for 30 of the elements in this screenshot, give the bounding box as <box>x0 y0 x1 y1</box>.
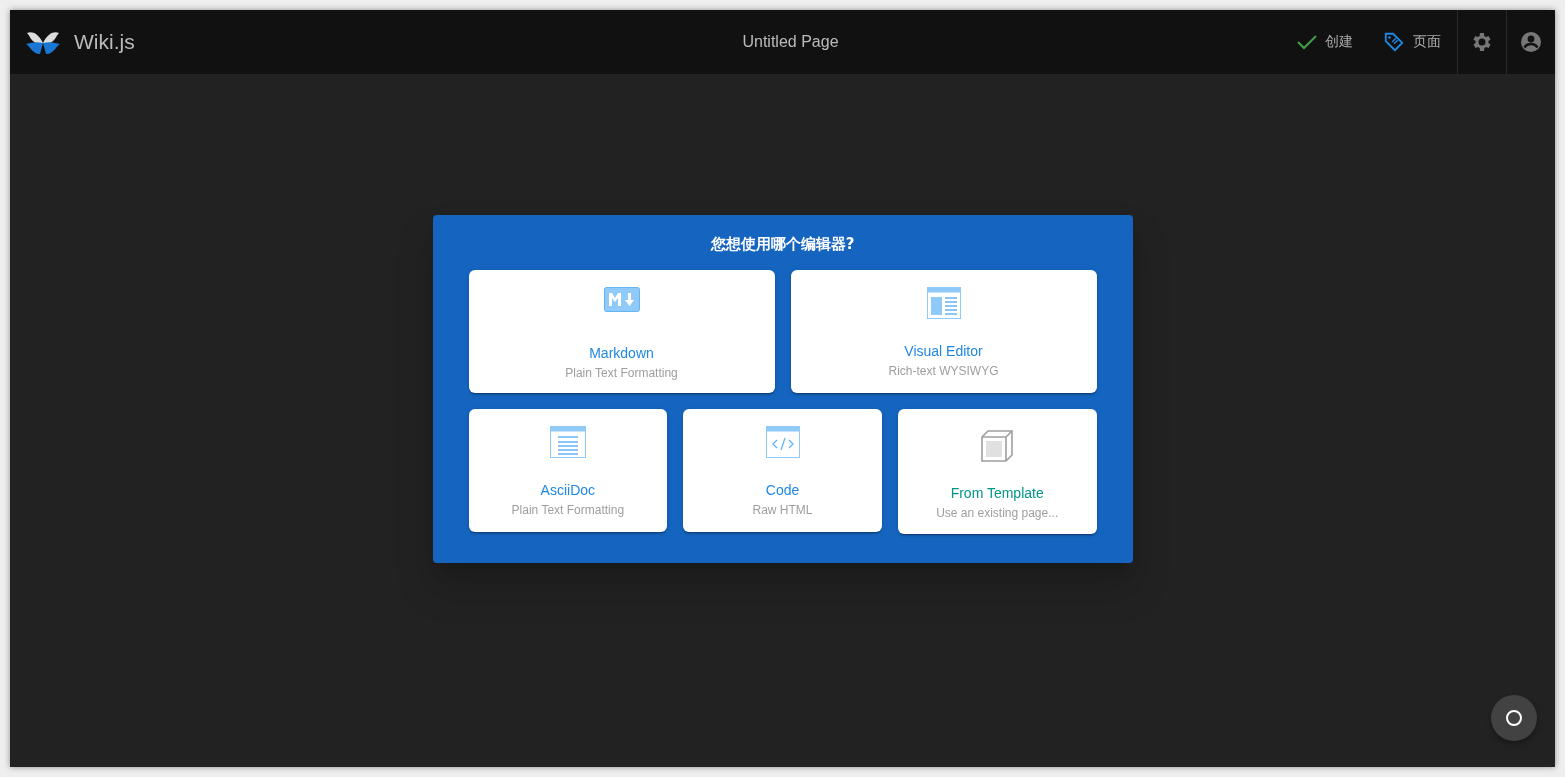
tag-icon <box>1383 31 1405 53</box>
editor-title: AsciiDoc <box>540 482 596 498</box>
editor-option-card[interactable]: Markdown Plain Text Formatting <box>468 270 775 393</box>
editor-description: Raw HTML <box>752 503 813 517</box>
cube-icon <box>980 429 1015 463</box>
editor-option-card[interactable]: AsciiDoc Plain Text Formatting <box>468 409 668 532</box>
page-title: Untitled Page <box>741 33 840 51</box>
app-logo-text: Wiki.js <box>74 30 135 54</box>
editor-option-card[interactable]: Visual Editor Rich-text WYSIWYG <box>790 270 1097 393</box>
editor-description: Plain Text Formatting <box>511 503 625 517</box>
dialog-title: 您想使用哪个编辑器? <box>709 235 856 254</box>
editor-title: Visual Editor <box>904 343 983 359</box>
editor-title: From Template <box>950 485 1044 501</box>
editor-description: Rich-text WYSIWYG <box>888 364 999 378</box>
check-icon <box>1297 34 1317 50</box>
editor-description: Use an existing page... <box>936 506 1059 520</box>
floating-action-button[interactable] <box>1491 695 1537 741</box>
page-button[interactable]: 页面 <box>1369 24 1455 60</box>
browser-window-icon <box>926 287 961 319</box>
account-icon <box>1519 30 1543 54</box>
editor-title: Code <box>765 482 800 498</box>
editor-description: Plain Text Formatting <box>565 366 678 380</box>
code-icon <box>765 426 800 458</box>
editor-option-card[interactable]: Code Raw HTML <box>683 409 882 532</box>
editor-title: Markdown <box>589 345 654 361</box>
create-button[interactable]: 创建 <box>1283 24 1367 60</box>
markdown-icon <box>603 287 640 313</box>
editor-option-card[interactable]: From Template Use an existing page... <box>897 409 1097 534</box>
butterfly-logo-icon <box>26 29 60 55</box>
document-list-icon <box>549 426 586 458</box>
